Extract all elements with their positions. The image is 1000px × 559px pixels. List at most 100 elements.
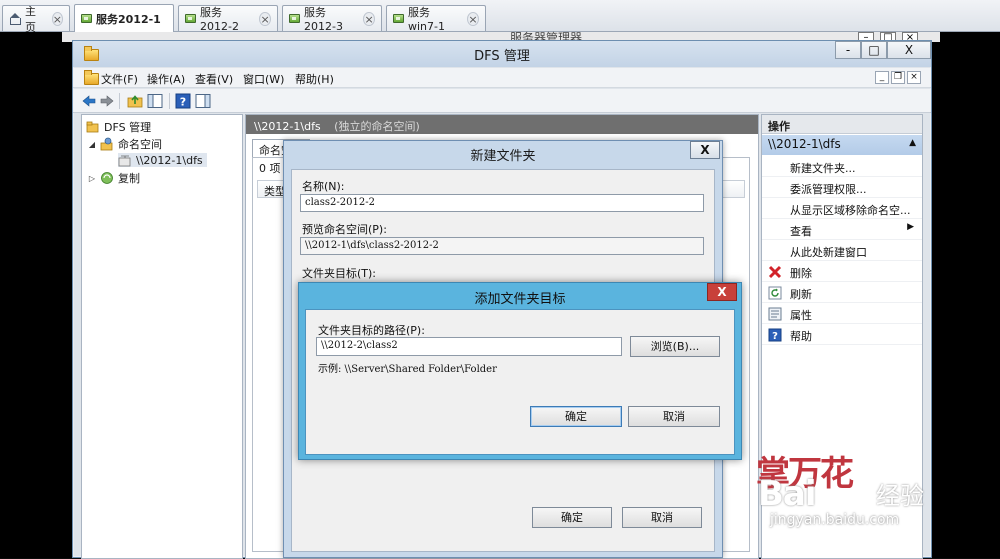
action-label: 查看 <box>790 225 812 238</box>
tab-server-win7-1[interactable]: 服务win7-1 × <box>386 5 486 33</box>
name-label: 名称(N): <box>302 180 345 193</box>
up-folder-icon[interactable] <box>127 93 143 109</box>
dialog-body: 文件夹目标的路径(P): \\2012-2\class2 浏览(B)... 示例… <box>305 309 735 455</box>
action-label: 从显示区域移除命名空... <box>790 204 911 217</box>
action-label: 帮助 <box>790 330 812 343</box>
delete-icon <box>768 265 782 279</box>
ok-button[interactable]: 确定 <box>530 406 622 427</box>
close-icon[interactable]: × <box>259 11 271 26</box>
tab-server-2012-3[interactable]: 服务2012-3 × <box>282 5 382 33</box>
results-header: \\2012-1\dfs (独立的命名空间) <box>246 115 758 134</box>
dialog-close-button[interactable]: X <box>707 283 737 301</box>
action-label: 委派管理权限... <box>790 183 867 196</box>
menu-action[interactable]: 操作(A) <box>147 71 185 87</box>
vm-icon <box>289 14 300 23</box>
help-icon: ? <box>768 328 782 342</box>
namespace-type-note: (独立的命名空间) <box>334 120 420 133</box>
action-new-window[interactable]: 从此处新建窗口 <box>762 241 922 261</box>
tree-namespace-label: \\2012-1\dfs <box>136 153 203 167</box>
forward-arrow-icon[interactable] <box>99 93 115 109</box>
preview-namespace-field: \\2012-1\dfs\class2-2012-2 <box>300 237 704 255</box>
tree-replication-label: 复制 <box>118 172 140 185</box>
replication-icon <box>101 172 113 184</box>
action-new-folder[interactable]: 新建文件夹... <box>762 157 922 177</box>
dialog-title: 添加文件夹目标 <box>474 292 566 307</box>
child-close-button[interactable]: × <box>907 71 921 84</box>
action-view[interactable]: 查看 ▶ <box>762 220 922 240</box>
window-titlebar: DFS 管理 - □ X <box>73 41 931 67</box>
svg-text:?: ? <box>180 96 186 109</box>
menu-bar: 文件(F) 操作(A) 查看(V) 窗口(W) 帮助(H) _ ❐ × <box>73 68 931 88</box>
target-path-input[interactable]: \\2012-2\class2 <box>316 337 622 356</box>
tab-label: 服务win7-1 <box>408 6 445 33</box>
child-minimize-button[interactable]: _ <box>875 71 889 84</box>
vm-tab-bar: 主页 × 服务2012-1 服务2012-2 × 服务2012-3 × 服务wi… <box>0 0 1000 34</box>
folder-targets-label: 文件夹目标(T): <box>302 267 377 280</box>
tree-root[interactable]: DFS 管理 <box>86 119 151 135</box>
close-icon[interactable]: × <box>363 11 375 26</box>
svg-text:?: ? <box>772 331 778 342</box>
vm-icon <box>393 14 404 23</box>
vm-icon <box>81 14 92 23</box>
properties-icon <box>768 307 782 321</box>
browse-button[interactable]: 浏览(B)... <box>630 336 720 357</box>
child-restore-button[interactable]: ❐ <box>891 71 905 84</box>
dialog-title: 新建文件夹 <box>470 149 536 164</box>
console-tree: DFS 管理 ◢ 命名空间 \\2012-1\dfs ▷ 复制 <box>81 114 243 559</box>
namespace-icon <box>100 137 113 151</box>
menu-view[interactable]: 查看(V) <box>195 71 233 87</box>
close-button[interactable]: X <box>887 41 931 59</box>
action-properties[interactable]: 属性 <box>762 304 922 324</box>
menu-help[interactable]: 帮助(H) <box>295 71 334 87</box>
action-label: 属性 <box>790 309 812 322</box>
tree-item-replication[interactable]: ▷ 复制 <box>88 170 140 186</box>
action-label: 新建文件夹... <box>790 162 856 175</box>
help-icon[interactable]: ? <box>175 93 191 109</box>
actions-section-label: \\2012-1\dfs <box>768 137 841 151</box>
tab-server-2012-1[interactable]: 服务2012-1 <box>74 4 174 32</box>
watermark-url: jingyan.baidu.com <box>770 512 900 528</box>
window-title: DFS 管理 <box>474 49 530 64</box>
back-arrow-icon[interactable] <box>81 93 97 109</box>
target-path-label: 文件夹目标的路径(P): <box>318 324 425 337</box>
cancel-button[interactable]: 取消 <box>628 406 720 427</box>
ok-button[interactable]: 确定 <box>532 507 612 528</box>
item-count: 0 项 <box>259 162 281 175</box>
name-input[interactable]: class2-2012-2 <box>300 194 704 212</box>
show-hide-action-pane-icon[interactable] <box>195 93 211 109</box>
add-folder-target-dialog: 添加文件夹目标 X 文件夹目标的路径(P): \\2012-2\class2 浏… <box>298 282 742 460</box>
action-refresh[interactable]: 刷新 <box>762 283 922 303</box>
collapse-icon[interactable]: ◢ <box>88 140 96 149</box>
tab-label: 主页 <box>25 4 36 34</box>
menu-file[interactable]: 文件(F) <box>101 71 138 87</box>
expand-icon[interactable]: ▷ <box>88 174 96 183</box>
tree-item-namespaces[interactable]: ◢ 命名空间 <box>88 136 162 152</box>
tree-item-namespace-dfs[interactable]: \\2012-1\dfs <box>118 153 207 167</box>
show-hide-tree-icon[interactable] <box>147 93 163 109</box>
namespace-path: \\2012-1\dfs <box>254 120 321 133</box>
namespace-folder-icon <box>118 155 131 167</box>
cancel-button[interactable]: 取消 <box>622 507 702 528</box>
action-label: 刷新 <box>790 288 812 301</box>
collapse-arrow-icon[interactable]: ▲ <box>909 138 916 148</box>
dialog-close-button[interactable]: X <box>690 141 720 159</box>
menu-window[interactable]: 窗口(W) <box>243 71 284 87</box>
watermark-jingyan-text: 经验 <box>876 482 924 510</box>
maximize-button[interactable]: □ <box>861 41 887 59</box>
close-icon[interactable]: × <box>467 11 479 26</box>
action-remove-namespace[interactable]: 从显示区域移除命名空... <box>762 199 922 219</box>
minimize-button[interactable]: - <box>835 41 861 59</box>
toolbar-separator <box>119 93 120 109</box>
action-delegate-permissions[interactable]: 委派管理权限... <box>762 178 922 198</box>
close-icon[interactable]: × <box>51 11 63 26</box>
tab-label: 服务2012-2 <box>200 6 239 33</box>
home-icon <box>9 13 21 25</box>
tab-server-2012-2[interactable]: 服务2012-2 × <box>178 5 278 33</box>
tab-home[interactable]: 主页 × <box>2 5 70 34</box>
mmc-icon <box>83 69 99 85</box>
actions-section-header[interactable]: \\2012-1\dfs ▲ <box>762 135 922 155</box>
action-help[interactable]: ? 帮助 <box>762 325 922 345</box>
toolbar: ? <box>73 89 931 113</box>
toolbar-separator <box>169 93 170 109</box>
action-delete[interactable]: 删除 <box>762 262 922 282</box>
